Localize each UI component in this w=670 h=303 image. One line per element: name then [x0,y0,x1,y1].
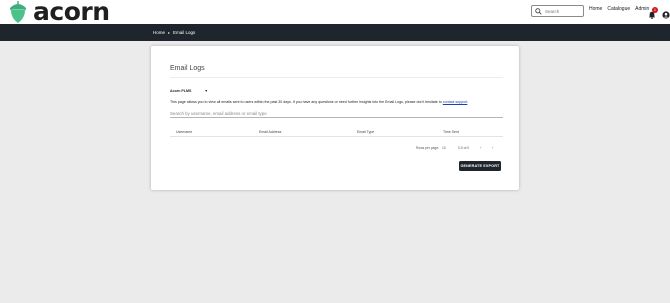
logo-text: acorn [33,0,110,26]
header-icons: 1 [648,6,670,19]
email-log-search[interactable] [170,110,503,118]
breadcrumb-current: Email Logs [173,30,196,35]
breadcrumb-home[interactable]: Home [153,30,165,35]
column-header-time-sent[interactable]: Time Sent [443,130,459,134]
main-nav: Home Catalogue Admin [589,6,649,12]
notification-badge: 1 [652,7,658,13]
column-header-email-address[interactable]: Email Address [259,130,281,134]
notifications-button[interactable]: 1 [648,6,658,19]
pagination-range: 0-0 of 0 [458,146,470,150]
tenant-select[interactable]: Acorn PLMS ▼ [170,87,208,94]
page-title: Email Logs [170,65,205,72]
contact-support-link[interactable]: contact support [443,100,468,104]
table-pagination: Rows per page: 10 0-0 of 0 ‹ › [170,144,503,152]
top-header: acorn Home Catalogue Admin 1 [0,0,670,24]
info-text-body: This page allows you to view all emails … [170,100,442,104]
user-icon [662,11,670,19]
info-text-end: . [467,100,469,104]
breadcrumb: Home ▸ Email Logs [153,30,195,35]
email-log-search-input[interactable] [170,111,503,116]
next-page-icon[interactable]: › [492,145,494,150]
divider [170,77,503,78]
table-header: Username Email Address Email Type Time S… [170,126,503,137]
global-search[interactable] [531,5,584,17]
generate-export-button[interactable]: GENERATE EXPORT [459,161,501,171]
column-header-email-type[interactable]: Email Type [357,130,374,134]
prev-page-icon[interactable]: ‹ [480,145,482,150]
nav-catalogue-link[interactable]: Catalogue [607,6,630,12]
search-icon [535,7,542,15]
info-text: This page allows you to view all emails … [170,100,468,104]
acorn-logo[interactable]: acorn [8,0,110,26]
column-header-username[interactable]: Username [176,130,192,134]
nav-home-link[interactable]: Home [589,6,602,12]
acorn-icon [10,1,26,23]
global-search-input[interactable] [545,8,583,14]
account-button[interactable] [662,6,670,19]
breadcrumb-bar: Home ▸ Email Logs [0,24,670,41]
email-logs-table: Username Email Address Email Type Time S… [170,126,503,137]
tenant-select-value: Acorn PLMS [170,88,192,93]
breadcrumb-separator-icon: ▸ [168,30,171,35]
rows-per-page-select[interactable]: 10 [442,146,446,150]
rows-per-page-label: Rows per page: [416,146,440,150]
caret-down-icon: ▼ [204,88,208,93]
email-logs-card: Email Logs Acorn PLMS ▼ This page allows… [151,46,519,190]
